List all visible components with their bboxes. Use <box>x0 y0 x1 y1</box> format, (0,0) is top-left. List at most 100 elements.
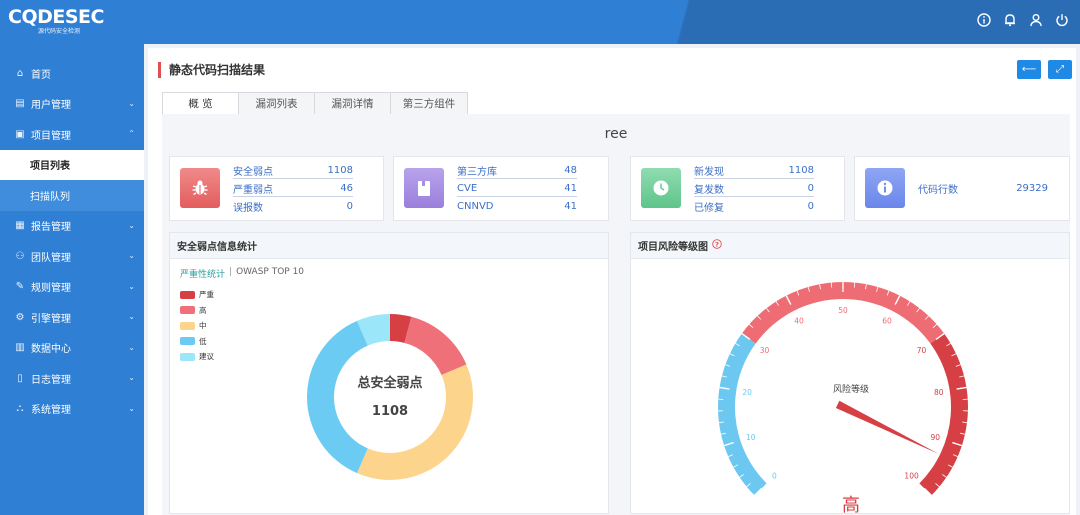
sidebar-item-reports[interactable]: ▦ 报告管理 ⌄ <box>0 211 144 242</box>
weakness-summary-card: 安全弱点 1108 严重弱点 46 误报数 0 <box>169 156 384 221</box>
main-area: 静态代码扫描结果 ⟵ ⤢ 概 览 漏洞列表 漏洞详情 第三方组件 ree 安全弱… <box>144 44 1080 515</box>
gauge-needle <box>835 400 940 455</box>
svg-text:?: ? <box>715 240 719 248</box>
section-title: 项目风险等级图 <box>638 242 708 253</box>
sidebar-item-label: 系统管理 <box>31 405 71 417</box>
sidebar-item-label: 数据中心 <box>31 344 71 356</box>
stat-value: 0 <box>807 201 814 212</box>
stat-label: CVE <box>457 182 478 194</box>
stat-label: 严重弱点 <box>233 184 273 196</box>
gauge-tick-label: 0 <box>772 472 777 481</box>
donut-slice-2[interactable] <box>404 316 467 376</box>
gauge-tick-label: 80 <box>934 388 944 397</box>
home-icon: ⌂ <box>16 67 24 79</box>
file-icon <box>404 168 444 208</box>
sidebar-subitem-label: 扫描队列 <box>30 191 70 203</box>
sidebar-item-home[interactable]: ⌂ 首页 <box>0 58 144 89</box>
sidebar-subitem-scan-queue[interactable]: 扫描队列 <box>0 180 144 211</box>
sidebar: ⌂ 首页 ▤ 用户管理 ⌄ ▣ 项目管理 ⌃ 项目列表 扫描队列 ▦ 报告管理 ⌄ ⚇ 团队管理… <box>0 44 144 515</box>
sidebar-item-projects[interactable]: ▣ 项目管理 ⌃ <box>0 119 144 150</box>
risk-gauge-section: 项目风险等级图 ? 0 10 20 30 40 50 60 70 80 90 100 风险等级 高 <box>630 232 1070 515</box>
sidebar-item-label: 首页 <box>31 69 51 81</box>
sidebar-subitem-project-list[interactable]: 项目列表 <box>0 149 144 180</box>
stat-row[interactable]: CNNVD 41 <box>457 198 577 215</box>
donut-center-value: 1108 <box>372 404 408 419</box>
sidebar-item-label: 用户管理 <box>31 100 71 112</box>
gauge-tick-label: 40 <box>794 317 804 326</box>
stat-value: 46 <box>340 182 353 194</box>
stat-value: 0 <box>807 182 814 194</box>
stat-row[interactable]: CVE 41 <box>457 180 577 197</box>
bell-icon[interactable] <box>1002 12 1018 28</box>
sidebar-item-label: 引擎管理 <box>31 313 71 325</box>
page-title: 静态代码扫描结果 <box>158 62 265 78</box>
stat-label: CNNVD <box>457 201 494 212</box>
sidebar-item-teams[interactable]: ⚇ 团队管理 ⌄ <box>0 241 144 272</box>
sidebar-item-label: 日志管理 <box>31 374 71 386</box>
stat-label: 误报数 <box>233 203 263 214</box>
stat-label: 安全弱点 <box>233 166 273 178</box>
tab-bar: 概 览 漏洞列表 漏洞详情 第三方组件 <box>162 92 468 114</box>
risk-gauge-chart: 0 10 20 30 40 50 60 70 80 90 100 风险等级 高 <box>718 282 968 515</box>
chevron-down-icon: ⌄ <box>128 220 135 230</box>
fullscreen-button[interactable]: ⤢ <box>1048 60 1072 79</box>
section-title: 安全弱点信息统计 <box>170 233 608 259</box>
stat-value: 29329 <box>1016 183 1048 194</box>
sidebar-item-rules[interactable]: ✎ 规则管理 ⌄ <box>0 272 144 303</box>
gauge-tick-label: 60 <box>882 317 892 326</box>
sidebar-subitem-label: 项目列表 <box>30 161 70 173</box>
stat-row[interactable]: 已修复 0 <box>694 198 814 215</box>
gauge-tick-label: 90 <box>930 433 940 442</box>
tab-third-party[interactable]: 第三方组件 <box>390 92 468 114</box>
bug-icon <box>180 168 220 208</box>
gauge-band-3 <box>919 333 968 496</box>
back-button[interactable]: ⟵ <box>1017 60 1041 79</box>
sidebar-item-system[interactable]: ⛬ 系统管理 ⌄ <box>0 394 144 425</box>
team-icon: ⚇ <box>15 250 25 262</box>
tab-overview[interactable]: 概 览 <box>162 92 239 114</box>
info-icon[interactable] <box>976 12 992 28</box>
stat-value: 41 <box>564 182 577 194</box>
stat-label: 已修复 <box>694 203 724 214</box>
sidebar-item-data-center[interactable]: ▥ 数据中心 ⌄ <box>0 333 144 364</box>
chevron-down-icon: ⌄ <box>128 251 135 260</box>
gauge-tick-label: 30 <box>760 346 770 355</box>
tab-vuln-detail[interactable]: 漏洞详情 <box>314 92 391 114</box>
stat-value: 0 <box>346 201 353 212</box>
chevron-down-icon: ⌄ <box>128 342 135 352</box>
gauge-tick-label: 50 <box>838 306 848 315</box>
gauge-tick-label: 70 <box>917 346 927 355</box>
sidebar-item-label: 规则管理 <box>31 283 71 295</box>
chevron-down-icon: ⌄ <box>128 281 135 291</box>
project-name: ree <box>604 126 628 142</box>
stat-row[interactable]: 新发现 1108 <box>694 162 814 179</box>
data-icon: ▥ <box>15 342 25 354</box>
stat-row[interactable]: 代码行数 29329 <box>918 180 1048 197</box>
sidebar-item-users[interactable]: ▤ 用户管理 ⌄ <box>0 89 144 120</box>
sidebar-item-label: 团队管理 <box>31 252 71 264</box>
chevron-down-icon: ⌄ <box>128 403 135 413</box>
donut-center-label: 总安全弱点 <box>357 375 422 391</box>
stat-row[interactable]: 复发数 0 <box>694 180 814 197</box>
logo-subtitle: 源代码安全检测 <box>38 28 81 35</box>
power-icon[interactable] <box>1054 12 1070 28</box>
help-icon[interactable]: ? <box>712 239 722 252</box>
findings-summary-card: 新发现 1108 复发数 0 已修复 0 <box>630 156 845 221</box>
tab-vuln-list[interactable]: 漏洞列表 <box>238 92 315 114</box>
stat-value: 1108 <box>788 164 814 176</box>
project-icon: ▣ <box>15 128 25 140</box>
user-icon[interactable] <box>1028 12 1044 28</box>
sidebar-item-engines[interactable]: ⚙ 引擎管理 ⌄ <box>0 302 144 333</box>
stat-row[interactable]: 误报数 0 <box>233 198 353 215</box>
stat-row[interactable]: 严重弱点 46 <box>233 180 353 197</box>
stat-row[interactable]: 第三方库 48 <box>457 162 577 179</box>
stat-row[interactable]: 安全弱点 1108 <box>233 162 353 179</box>
logo: CQDESEC 源代码安全检测 <box>8 7 104 35</box>
sidebar-item-logs[interactable]: ▯ 日志管理 ⌄ <box>0 363 144 394</box>
chevron-up-icon: ⌃ <box>128 129 135 138</box>
donut-slice-4[interactable] <box>307 320 368 474</box>
stat-value: 48 <box>564 164 577 176</box>
arrow-left-icon: ⟵ <box>1021 64 1037 75</box>
gauge-band-1 <box>718 333 767 496</box>
engine-icon: ⚙ <box>15 311 25 323</box>
